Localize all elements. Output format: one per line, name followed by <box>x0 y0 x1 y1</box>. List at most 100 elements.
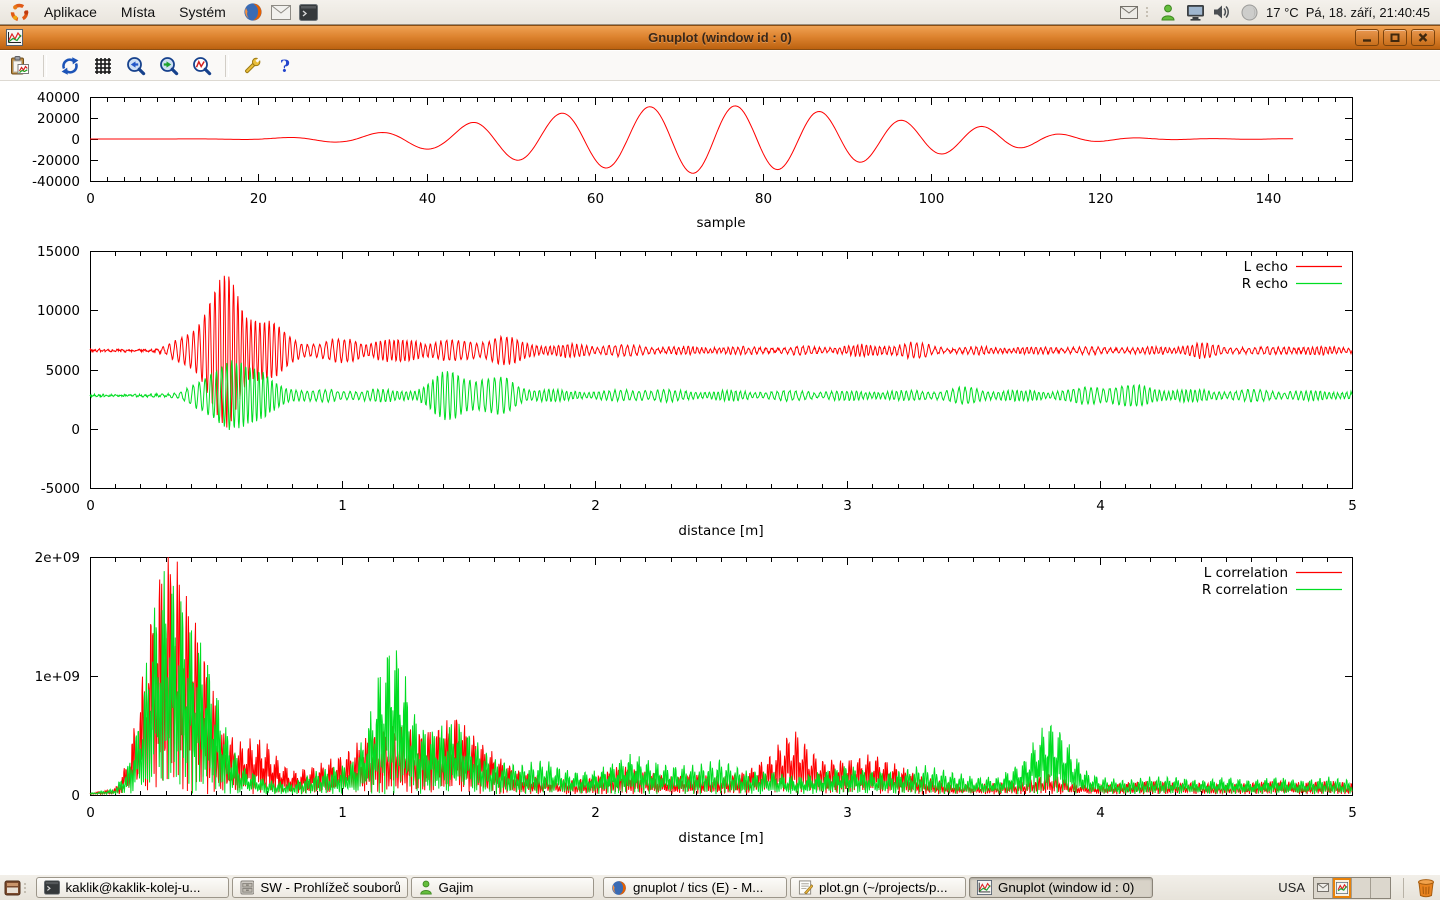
zoom-previous-button[interactable] <box>123 53 149 79</box>
task-button-text-editor[interactable]: plot.gn (~/projects/p... <box>790 877 966 898</box>
legend-label: R echo <box>1242 276 1288 292</box>
desktop: Aplikace Místa Systém <box>0 0 1440 900</box>
window-titlebar[interactable]: Gnuplot (window id : 0) <box>0 25 1440 50</box>
applet-grip-handle[interactable] <box>24 880 29 896</box>
series-l-correlation <box>90 557 1352 794</box>
svg-text:2: 2 <box>591 805 600 821</box>
display-tray-icon[interactable] <box>1185 3 1205 21</box>
svg-text:0: 0 <box>71 132 80 148</box>
xlabel-chart-1: sample <box>696 215 745 231</box>
plots-svg: 020406080100120140-40000-200000200004000… <box>0 81 1440 874</box>
svg-text:5: 5 <box>1348 805 1357 821</box>
gajim-tray-icon[interactable] <box>1158 3 1178 21</box>
svg-text:0: 0 <box>86 498 95 514</box>
chart-1: 020406080100120140-40000-200000200004000… <box>32 90 1352 231</box>
keyboard-layout-indicator[interactable]: USA <box>1278 880 1305 895</box>
series-chirp-signal <box>90 106 1293 173</box>
window-list-applet[interactable] <box>0 880 34 896</box>
chart-2: 012345-5000050001000015000distance [m]L … <box>37 244 1357 539</box>
minimize-button[interactable] <box>1355 29 1379 46</box>
svg-text:80: 80 <box>755 191 772 207</box>
workspace-3[interactable] <box>1352 878 1371 898</box>
mail-launcher-icon[interactable] <box>270 2 292 22</box>
panel-menus: Aplikace Místa Systém <box>0 2 320 22</box>
svg-text:40000: 40000 <box>37 90 80 106</box>
mail-window-mini-icon <box>1317 883 1329 892</box>
replot-button[interactable] <box>57 53 83 79</box>
svg-text:140: 140 <box>1256 191 1282 207</box>
xlabel-chart-2: distance [m] <box>678 523 763 539</box>
system-tray: 17 °C Pá, 18. září, 21:40:45 <box>1119 3 1440 21</box>
menu-places[interactable]: Místa <box>111 2 165 22</box>
svg-text:15000: 15000 <box>37 244 80 260</box>
firefox-launcher-icon[interactable] <box>242 2 264 22</box>
svg-text:120: 120 <box>1088 191 1114 207</box>
trash-applet[interactable] <box>1416 878 1436 898</box>
legend-label: L echo <box>1244 259 1288 275</box>
task-button-file-manager[interactable]: SW - Prohlížeč souborů <box>232 877 408 898</box>
firefox-icon <box>611 880 627 896</box>
volume-tray-icon[interactable] <box>1212 3 1232 21</box>
svg-text:4: 4 <box>1096 805 1105 821</box>
weather-tray-icon[interactable] <box>1239 3 1259 21</box>
task-button-gajim[interactable]: Gajim <box>411 877 594 898</box>
workspace-1[interactable] <box>1314 878 1333 898</box>
task-button-terminal[interactable]: kaklik@kaklik-kolej-u... <box>36 877 229 898</box>
settings-wrench-button[interactable] <box>239 53 265 79</box>
legend-label: R correlation <box>1202 582 1288 598</box>
file-manager-icon <box>240 880 255 895</box>
svg-text:1: 1 <box>338 805 347 821</box>
svg-text:20000: 20000 <box>37 111 80 127</box>
xlabel-chart-3: distance [m] <box>678 830 763 846</box>
window-title: Gnuplot (window id : 0) <box>0 30 1440 45</box>
tray-grip-handle[interactable] <box>1146 4 1151 20</box>
chart-3: 01234501e+092e+09distance [m]L correlati… <box>35 550 1357 846</box>
svg-text:0: 0 <box>71 788 80 804</box>
series-r-echo <box>90 360 1352 430</box>
ubuntu-logo-icon[interactable] <box>8 2 30 22</box>
series-r-correlation <box>90 571 1352 794</box>
menu-system[interactable]: Systém <box>169 2 236 22</box>
svg-text:5000: 5000 <box>46 363 80 379</box>
svg-text:4: 4 <box>1096 498 1105 514</box>
workspace-4[interactable] <box>1371 878 1390 898</box>
svg-text:-40000: -40000 <box>32 174 80 190</box>
task-button-firefox[interactable]: gnuplot / tics (E) - M... <box>603 877 787 898</box>
svg-text:-5000: -5000 <box>41 481 80 497</box>
temperature-readout[interactable]: 17 °C <box>1266 5 1299 20</box>
toggle-grid-button[interactable] <box>90 53 116 79</box>
svg-text:60: 60 <box>587 191 604 207</box>
svg-text:3: 3 <box>843 498 852 514</box>
gnome-top-panel: Aplikace Místa Systém <box>0 0 1440 25</box>
svg-text:20: 20 <box>250 191 267 207</box>
svg-text:0: 0 <box>86 805 95 821</box>
close-button[interactable] <box>1411 29 1435 46</box>
clock[interactable]: Pá, 18. září, 21:40:45 <box>1306 5 1430 20</box>
unzoom-button[interactable] <box>189 53 215 79</box>
text-editor-icon <box>798 880 813 895</box>
legend-label: L correlation <box>1204 565 1288 581</box>
workspace-switcher <box>1313 877 1391 899</box>
svg-text:2e+09: 2e+09 <box>35 550 80 566</box>
terminal-launcher-icon[interactable] <box>298 2 320 22</box>
copy-to-clipboard-button[interactable] <box>7 53 33 79</box>
toolbar-separator <box>43 55 47 77</box>
menu-applications[interactable]: Aplikace <box>34 2 107 22</box>
svg-text:?: ? <box>280 57 290 77</box>
task-button-gnuplot[interactable]: Gnuplot (window id : 0) <box>969 877 1153 898</box>
gnuplot-icon <box>977 880 992 895</box>
svg-text:2: 2 <box>591 498 600 514</box>
svg-text:5: 5 <box>1348 498 1357 514</box>
workspace-2[interactable] <box>1333 878 1352 898</box>
help-button[interactable]: ? <box>272 53 298 79</box>
terminal-icon <box>44 880 60 895</box>
gnuplot-window-mini-icon <box>1336 882 1348 894</box>
trash-icon <box>1416 878 1436 898</box>
svg-text:40: 40 <box>419 191 436 207</box>
zoom-next-button[interactable] <box>156 53 182 79</box>
mail-tray-icon[interactable] <box>1119 3 1139 21</box>
window-list-icon <box>4 880 21 896</box>
maximize-button[interactable] <box>1383 29 1407 46</box>
svg-text:10000: 10000 <box>37 303 80 319</box>
taskbar-divider <box>1403 878 1404 898</box>
